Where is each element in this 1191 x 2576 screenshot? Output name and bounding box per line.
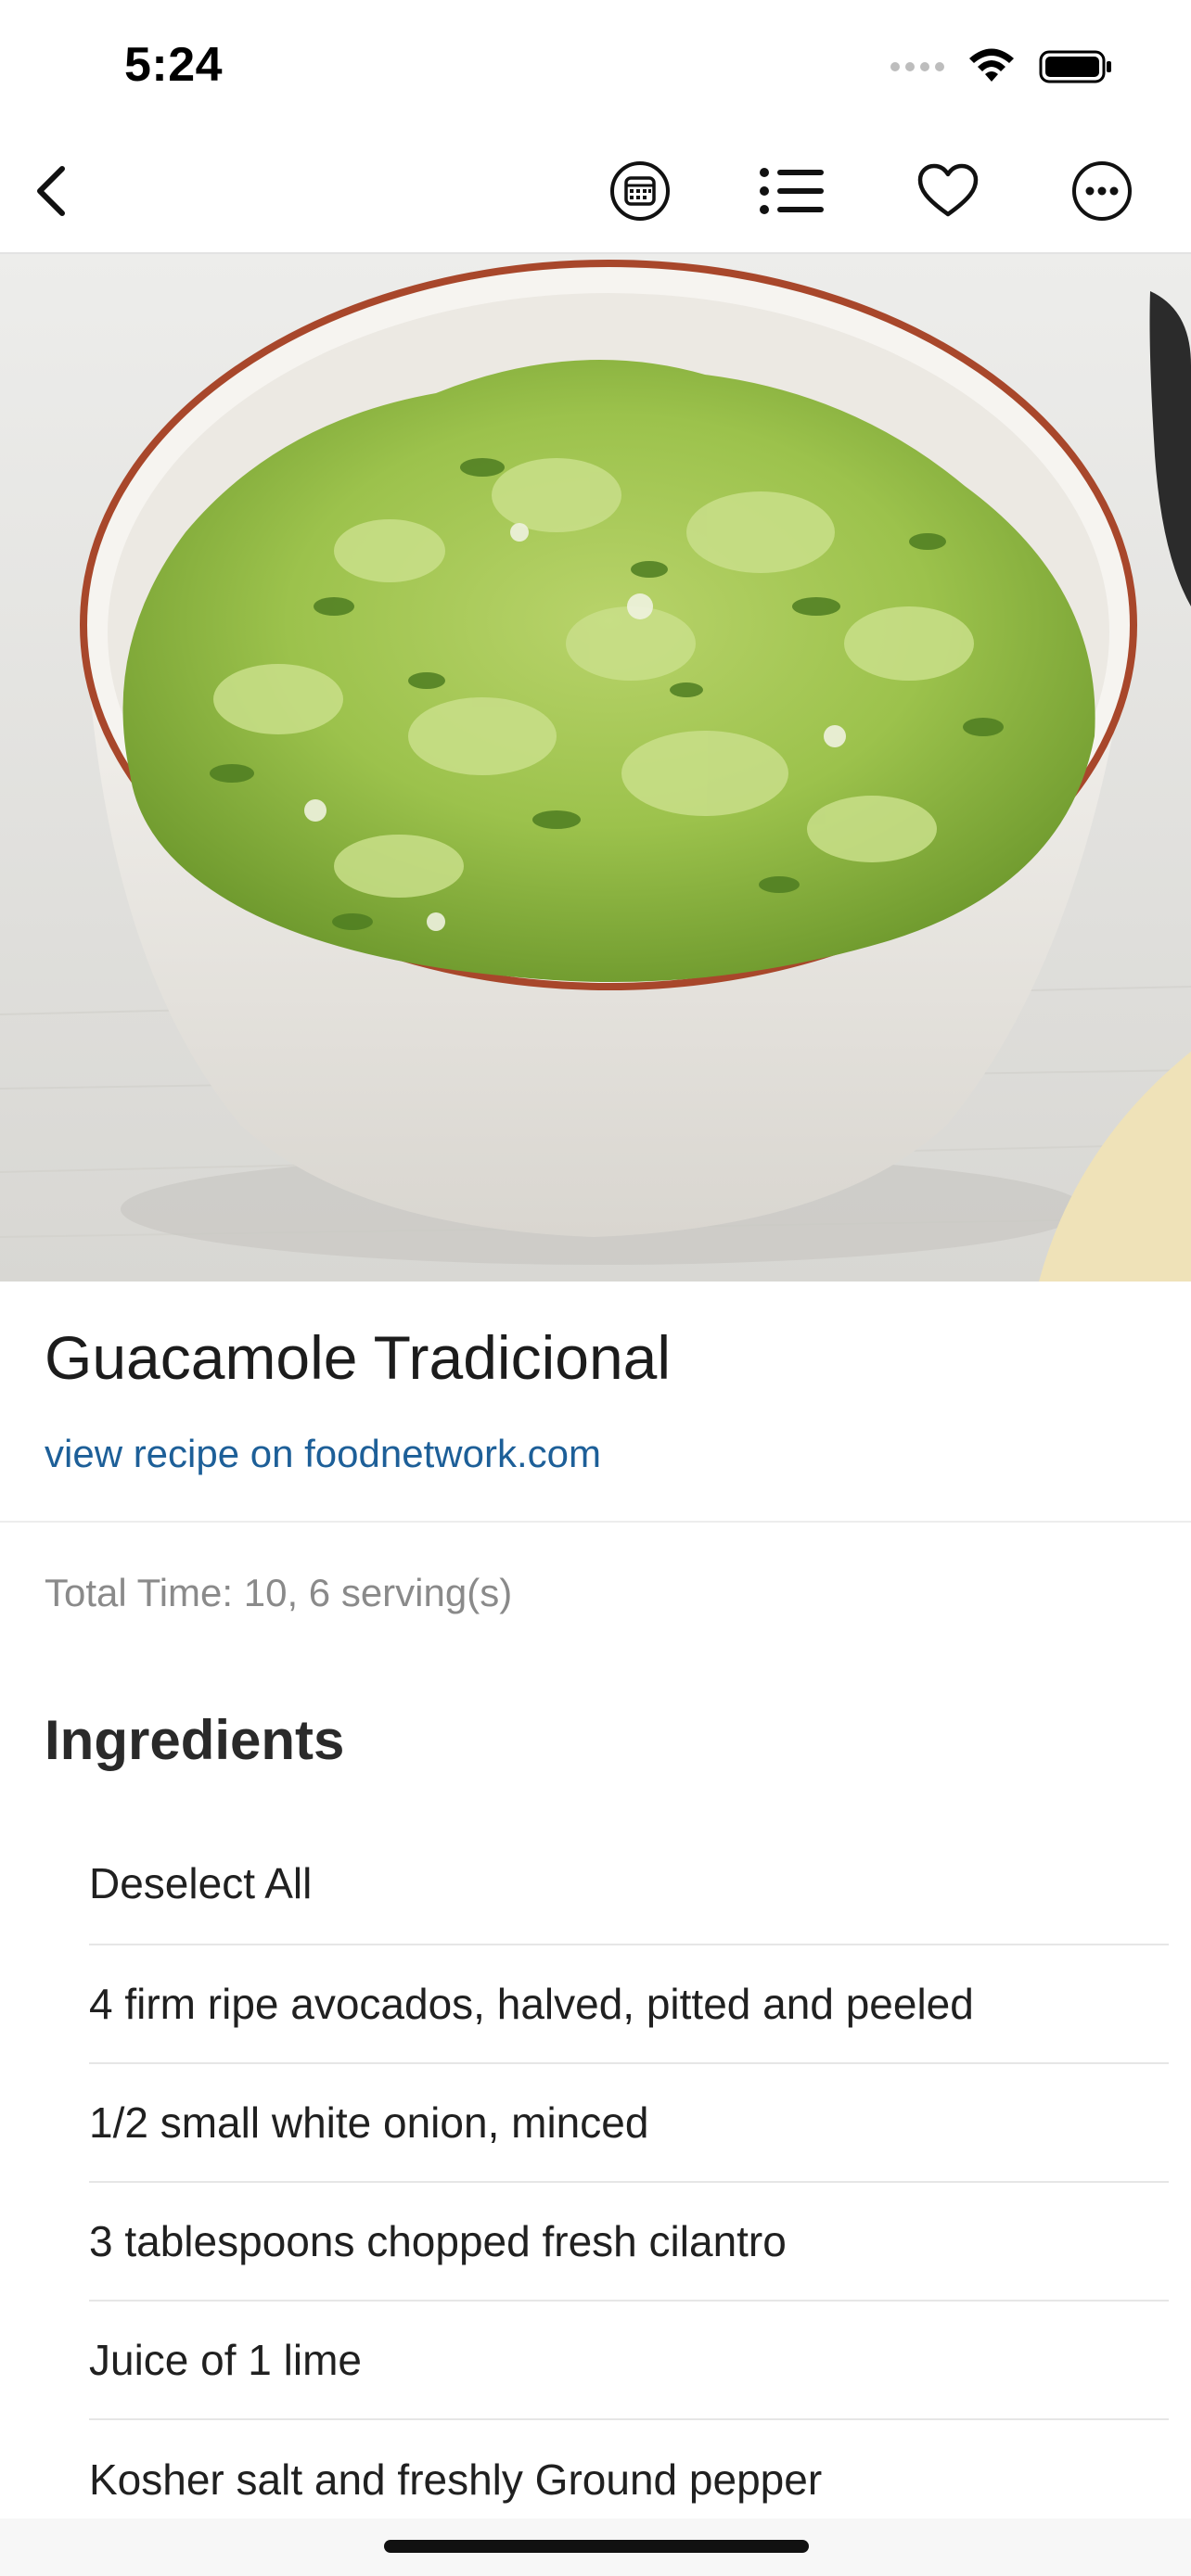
divider bbox=[0, 1521, 1191, 1523]
guacamole-bowl-image bbox=[0, 254, 1191, 1282]
recipe-title: Guacamole Tradicional bbox=[45, 1323, 672, 1392]
status-indicators bbox=[890, 43, 1113, 91]
ingredient-item[interactable]: 1/2 small white onion, minced bbox=[89, 2064, 1169, 2183]
heart-icon bbox=[917, 163, 979, 217]
nav-bar bbox=[0, 130, 1191, 254]
deselect-all-button[interactable]: Deselect All bbox=[89, 1823, 1169, 1945]
list-button[interactable] bbox=[757, 156, 827, 226]
status-bar: 5:24 bbox=[0, 0, 1191, 130]
cellular-signal-icon bbox=[890, 62, 944, 71]
home-indicator[interactable] bbox=[384, 2540, 809, 2553]
recipe-photo bbox=[0, 254, 1191, 1282]
more-icon bbox=[1072, 161, 1132, 221]
back-button[interactable] bbox=[17, 156, 87, 226]
favorite-button[interactable] bbox=[913, 156, 983, 226]
ingredient-item[interactable]: Juice of 1 lime bbox=[89, 2302, 1169, 2420]
ingredients-heading: Ingredients bbox=[45, 1709, 345, 1771]
battery-icon bbox=[1039, 50, 1111, 83]
status-time: 5:24 bbox=[124, 38, 224, 92]
calendar-icon bbox=[610, 161, 670, 221]
ingredients-list: Deselect All 4 firm ripe avocados, halve… bbox=[89, 1823, 1169, 2539]
more-button[interactable] bbox=[1067, 156, 1137, 226]
chevron-left-icon bbox=[37, 166, 65, 216]
list-icon bbox=[760, 168, 824, 214]
ingredient-item[interactable]: 3 tablespoons chopped fresh cilantro bbox=[89, 2183, 1169, 2302]
wifi-icon bbox=[969, 48, 1014, 82]
ingredient-item[interactable]: 4 firm ripe avocados, halved, pitted and… bbox=[89, 1945, 1169, 2064]
calendar-button[interactable] bbox=[605, 156, 675, 226]
source-link[interactable]: view recipe on foodnetwork.com bbox=[45, 1432, 601, 1476]
recipe-meta: Total Time: 10, 6 serving(s) bbox=[45, 1571, 513, 1614]
